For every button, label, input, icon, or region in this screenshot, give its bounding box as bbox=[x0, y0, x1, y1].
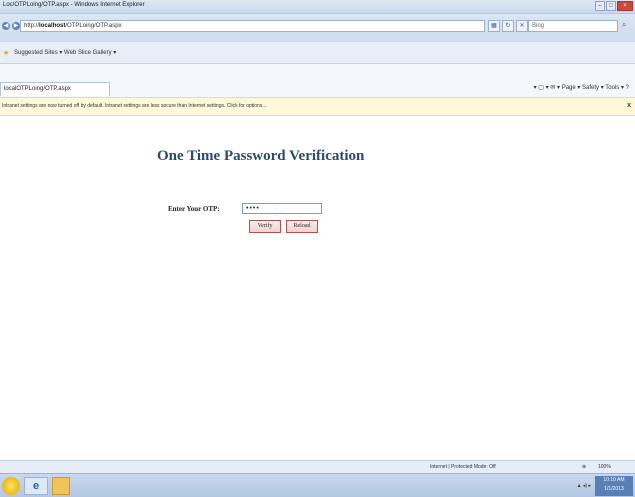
url-host: localhost bbox=[39, 23, 66, 29]
browser-tab[interactable]: localOTPLoing/OTP.aspx bbox=[0, 82, 110, 96]
information-bar-message[interactable]: Intranet settings are now turned off by … bbox=[2, 103, 267, 109]
clock-date: 1/1/2013 bbox=[604, 486, 624, 492]
favorites-items[interactable]: Suggested Sites ▾ Web Slice Gallery ▾ bbox=[14, 49, 116, 56]
internet-explorer-icon[interactable]: e bbox=[24, 477, 48, 495]
back-arrow-icon[interactable]: ◀ bbox=[2, 22, 10, 30]
url-path: /OTPLoing/OTP.aspx bbox=[65, 23, 122, 29]
reload-button[interactable]: Reload bbox=[286, 220, 318, 233]
search-icon[interactable]: ⌕ bbox=[622, 20, 626, 30]
command-bar: localOTPLoing/OTP.aspx ▾ ▢ ▾ ✉ ▾ Page ▾ … bbox=[0, 64, 635, 98]
search-input[interactable]: Bing bbox=[528, 20, 618, 32]
otp-label: Enter Your OTP: bbox=[168, 205, 220, 213]
folder-icon[interactable] bbox=[52, 477, 70, 495]
status-bar: Internet | Protected Mode: Off ⊕ 100% bbox=[0, 460, 635, 473]
command-tools[interactable]: ▾ ▢ ▾ ✉ ▾ Page ▾ Safety ▾ Tools ▾ ? bbox=[534, 84, 629, 91]
close-button[interactable]: × bbox=[617, 1, 633, 11]
system-tray[interactable]: ▲ ◂) ▸ bbox=[577, 483, 591, 489]
clock[interactable]: 10:10 AM 1/1/2013 bbox=[595, 476, 633, 496]
refresh-icon[interactable]: ↻ bbox=[502, 20, 514, 32]
clock-time: 10:10 AM bbox=[603, 477, 625, 483]
window-title-bar: Loc/OTPLoing/OTP.aspx - Windows Internet… bbox=[0, 0, 635, 14]
zoom-icon[interactable]: ⊕ bbox=[582, 464, 586, 470]
page-title: One Time Password Verification bbox=[157, 148, 365, 164]
url-input[interactable]: http://localhost/OTPLoing/OTP.aspx bbox=[20, 20, 485, 32]
url-prefix: http:// bbox=[24, 23, 40, 29]
page-content: One Time Password Verification Enter You… bbox=[0, 116, 635, 460]
compat-view-icon[interactable]: ▦ bbox=[488, 20, 500, 32]
zoom-level[interactable]: 100% bbox=[598, 464, 611, 470]
address-bar-area: ◀ ▶ http://localhost/OTPLoing/OTP.aspx ▦… bbox=[0, 14, 635, 42]
taskbar: e ▲ ◂) ▸ 10:10 AM 1/1/2013 bbox=[0, 473, 635, 497]
maximize-button[interactable]: □ bbox=[606, 1, 616, 11]
favorites-bar: ★ Suggested Sites ▾ Web Slice Gallery ▾ bbox=[0, 42, 635, 64]
information-bar[interactable]: Intranet settings are now turned off by … bbox=[0, 98, 635, 116]
window-title: Loc/OTPLoing/OTP.aspx - Windows Internet… bbox=[3, 2, 145, 8]
close-icon[interactable]: x bbox=[627, 102, 631, 109]
start-button[interactable] bbox=[2, 477, 20, 495]
nav-buttons: ◀ ▶ bbox=[2, 22, 20, 30]
verify-button[interactable]: Verify bbox=[249, 220, 281, 233]
security-zone[interactable]: Internet | Protected Mode: Off bbox=[430, 464, 496, 470]
forward-arrow-icon[interactable]: ▶ bbox=[12, 22, 20, 30]
otp-input[interactable]: •••• bbox=[242, 203, 322, 214]
window-controls: – □ × bbox=[595, 1, 633, 11]
address-actions: ▦ ↻ ✕ bbox=[488, 20, 528, 32]
favorites-star-icon[interactable]: ★ bbox=[3, 49, 9, 57]
minimize-button[interactable]: – bbox=[595, 1, 605, 11]
stop-icon[interactable]: ✕ bbox=[516, 20, 528, 32]
